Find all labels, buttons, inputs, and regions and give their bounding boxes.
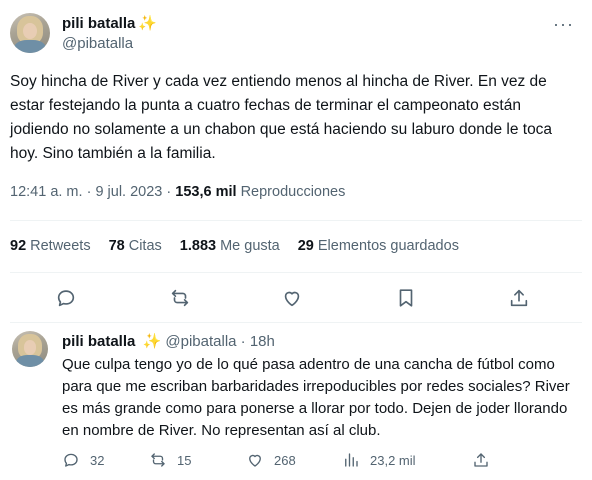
reply-count: 32 [90,452,105,468]
tweet-date[interactable]: 9 jul. 2023 [95,184,162,200]
reply-button[interactable] [52,284,80,312]
bookmarks-stat[interactable]: 29 Elementos guardados [298,238,459,254]
tweet-time[interactable]: 12:41 a. m. [10,184,83,200]
author-name-text[interactable]: pili batalla [62,15,135,32]
reply-icon [64,453,78,467]
like-button[interactable] [278,284,306,312]
views-label: Reproducciones [240,184,346,200]
divider [10,322,582,323]
likes-label: Me gusta [220,238,280,254]
tweet-text: Soy hincha de River y cada vez entiendo … [10,73,553,162]
action-bar [0,284,592,312]
avatar[interactable] [12,331,48,367]
share-icon [510,289,528,307]
quotes-stat[interactable]: 78 Citas [109,238,162,254]
bookmark-icon [399,289,413,307]
share-icon [474,453,488,467]
reply-views-button[interactable]: 23,2 mil [342,449,416,471]
likes-count: 1.883 [179,238,217,254]
share-button[interactable] [505,284,533,312]
like-icon [284,291,300,307]
divider [10,220,582,221]
reply-reply-button[interactable]: 32 [62,449,104,471]
retweet-button[interactable] [166,284,194,312]
views-chart-icon [345,453,358,467]
separator: · [166,184,172,200]
retweets-stat[interactable]: 92 Retweets [10,238,91,254]
author-name[interactable]: pili batalla ✨ [62,14,157,32]
quotes-label: Citas [128,238,162,254]
sparkle-icon: ✨ [142,333,162,350]
retweet-count: 15 [177,452,192,468]
like-count: 268 [274,452,296,468]
avatar[interactable] [10,13,50,53]
retweet-icon [151,453,165,467]
separator: · [240,333,246,350]
bookmarks-count: 29 [297,238,314,254]
views-count: 23,2 mil [370,452,416,468]
reply-time[interactable]: 18h [250,333,275,350]
reply-share-button[interactable] [472,449,500,471]
tweet-meta: 12:41 a. m. · 9 jul. 2023 · 153,6 mil Re… [10,184,345,200]
retweet-icon [171,289,189,307]
reply-action-bar: 32 15 268 23,2 mil [62,449,582,471]
like-icon [249,454,261,467]
more-options-icon[interactable]: ··· [553,14,574,35]
quotes-count: 78 [108,238,125,254]
likes-stat[interactable]: 1.883 Me gusta [180,238,280,254]
retweets-count: 92 [10,238,27,254]
reply-header: pili batalla ✨ @pibatalla · 18h [62,332,275,350]
views-count: 153,6 mil [175,184,237,200]
reply-author-handle[interactable]: @pibatalla [165,333,236,350]
divider [10,272,582,273]
author-handle[interactable]: @pibatalla [62,35,133,52]
reply-icon [57,290,75,307]
reply-like-button[interactable]: 268 [246,449,296,471]
engagement-stats: 92 Retweets 78 Citas 1.883 Me gusta 29 Eleme… [10,238,477,254]
retweets-label: Retweets [30,238,91,254]
reply-text: Que culpa tengo yo de lo qué pasa adentr… [62,356,570,439]
bookmark-button[interactable] [392,284,420,312]
separator: · [86,184,92,200]
sparkle-icon: ✨ [138,15,158,32]
reply-author-name[interactable]: pili batalla [62,333,135,350]
bookmarks-label: Elementos guardados [317,238,459,254]
reply-retweet-button[interactable]: 15 [149,449,191,471]
